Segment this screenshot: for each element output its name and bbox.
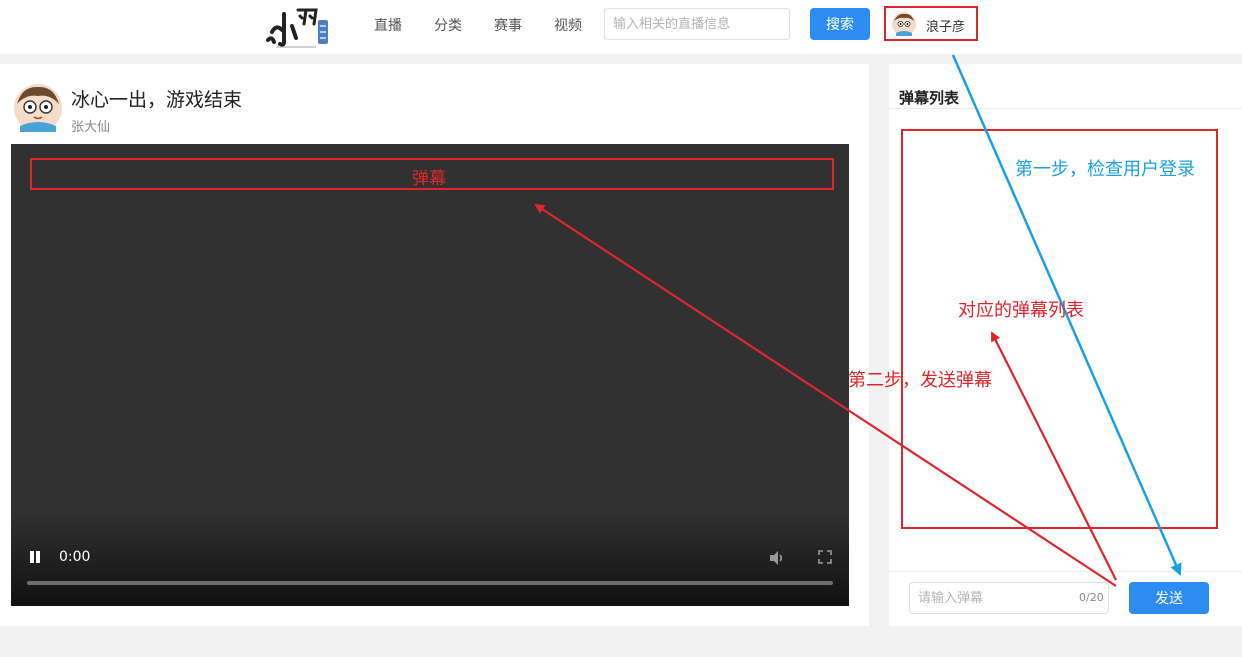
danmu-list <box>901 129 1218 529</box>
search-button[interactable]: 搜索 <box>810 8 870 40</box>
divider <box>889 108 1242 109</box>
char-counter: 0/20 <box>1079 591 1104 604</box>
pause-icon[interactable] <box>27 549 43 567</box>
user-menu[interactable]: 浪子彦 <box>884 6 978 41</box>
nav-category[interactable]: 分类 <box>434 15 462 35</box>
volume-icon[interactable] <box>767 548 787 568</box>
divider <box>889 571 1242 572</box>
danmu-text: 弹幕 <box>412 169 446 189</box>
controls-gradient <box>11 510 849 606</box>
annotation-list-label: 对应的弹幕列表 <box>958 300 1084 321</box>
live-room-panel: 冰心一出，游戏结束 张大仙 弹幕 0:00 <box>0 64 869 626</box>
room-title: 冰心一出，游戏结束 <box>71 89 243 111</box>
annotation-step2: 第二步，发送弹幕 <box>848 370 992 391</box>
danmu-overlay: 弹幕 <box>30 158 834 190</box>
fullscreen-icon[interactable] <box>817 549 833 565</box>
site-logo[interactable] <box>262 2 334 50</box>
streamer-avatar[interactable] <box>14 84 62 132</box>
user-avatar <box>892 12 916 36</box>
danmu-list-title: 弹幕列表 <box>899 89 960 107</box>
streamer-name: 张大仙 <box>71 120 111 135</box>
time-display: 0:00 <box>59 549 91 565</box>
video-player[interactable]: 弹幕 0:00 <box>11 144 849 606</box>
nav-video[interactable]: 视频 <box>554 15 582 35</box>
nav-events[interactable]: 赛事 <box>494 15 522 35</box>
nav-live[interactable]: 直播 <box>374 15 402 35</box>
progress-bar[interactable] <box>27 581 833 585</box>
top-navigation-bar: 直播 分类 赛事 视频 搜索 浪子彦 <box>0 0 1242 54</box>
danmu-sidebar: 弹幕列表 0/20 发送 <box>889 64 1242 626</box>
annotation-step1: 第一步，检查用户登录 <box>1015 159 1195 180</box>
search-input[interactable] <box>604 8 790 40</box>
username-label: 浪子彦 <box>926 20 966 35</box>
send-button[interactable]: 发送 <box>1129 582 1209 614</box>
